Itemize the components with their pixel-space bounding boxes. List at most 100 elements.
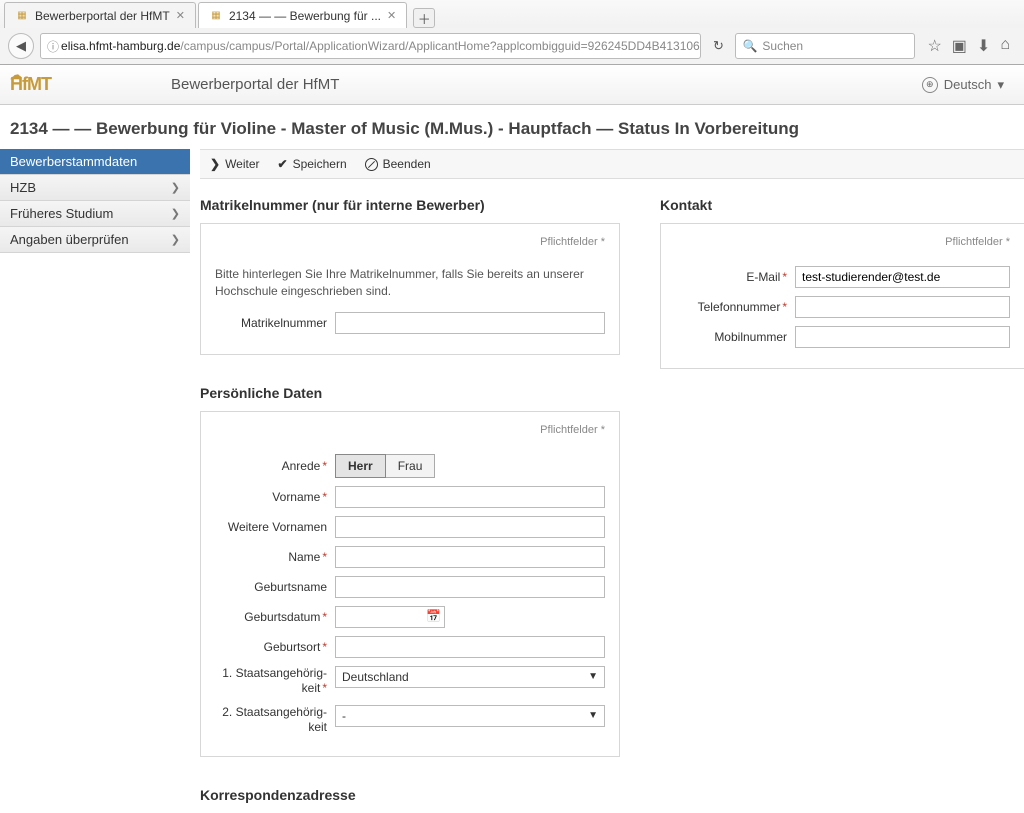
sidebar-item-label: Angaben überprüfen [10, 232, 129, 247]
info-icon: ⓘ [47, 38, 59, 55]
korrespondenz-title: Korrespondenzadresse [200, 787, 620, 803]
pocket-icon[interactable]: ▣ [952, 36, 967, 56]
pflicht-hint: Pflichtfelder [215, 236, 605, 248]
calendar-icon[interactable]: 📅 [426, 609, 441, 623]
nat1-value: Deutschland [342, 670, 409, 684]
url-bar[interactable]: ⓘ elisa.hfmt-hamburg.de /campus/campus/P… [40, 33, 701, 59]
chevron-right-icon: ❯ [171, 233, 180, 246]
email-input[interactable] [795, 266, 1010, 288]
telefon-input[interactable] [795, 296, 1010, 318]
ban-icon [365, 158, 378, 171]
content: ❯ Weiter ✔ Speichern Beenden Matrikelnum… [190, 149, 1024, 813]
close-tab-icon[interactable]: ✕ [176, 9, 185, 22]
logo[interactable]: HfMT [10, 74, 51, 95]
browser-chrome: ▦ Bewerberportal der HfMT ✕ ▦ 2134 — — B… [0, 0, 1024, 65]
sidebar-item-bewerberstammdaten[interactable]: Bewerberstammdaten [0, 149, 190, 175]
matrikel-panel: Pflichtfelder Bitte hinterlegen Sie Ihre… [200, 223, 620, 355]
weiter-button[interactable]: ❯ Weiter [210, 157, 260, 171]
tab-label: Bewerberportal der HfMT [35, 9, 170, 23]
chevron-right-icon: ❯ [171, 207, 180, 220]
geburtsdatum-label: Geburtsdatum [244, 610, 320, 624]
sidebar: Bewerberstammdaten HZB ❯ Früheres Studiu… [0, 149, 190, 813]
action-label: Weiter [225, 157, 259, 171]
page-header: HfMT Bewerberportal der HfMT ⊕ Deutsch ▾ [0, 65, 1024, 105]
sidebar-item-label: HZB [10, 180, 36, 195]
form-columns: Matrikelnummer (nur für interne Bewerber… [200, 179, 1024, 813]
action-bar: ❯ Weiter ✔ Speichern Beenden [200, 149, 1024, 179]
downloads-icon[interactable]: ⬇ [977, 36, 990, 56]
action-label: Speichern [293, 157, 347, 171]
browser-tab[interactable]: ▦ Bewerberportal der HfMT ✕ [4, 2, 196, 28]
browser-tab-active[interactable]: ▦ 2134 — — Bewerbung für ... ✕ [198, 2, 407, 28]
search-placeholder: Suchen [762, 39, 803, 53]
chevron-down-icon: ▾ [997, 77, 1004, 93]
back-button[interactable]: ◀ [8, 33, 34, 59]
name-label: Name [288, 550, 320, 564]
search-icon: 🔍 [742, 39, 757, 53]
check-icon: ✔ [278, 157, 288, 171]
language-picker[interactable]: ⊕ Deutsch ▾ [922, 77, 1004, 93]
close-tab-icon[interactable]: ✕ [387, 9, 396, 22]
new-tab-button[interactable]: ＋ [413, 8, 435, 28]
chevron-down-icon: ▼ [588, 710, 598, 721]
telefon-label: Telefonnummer [698, 300, 781, 314]
left-column: Matrikelnummer (nur für interne Bewerber… [200, 197, 620, 813]
favicon-icon: ▦ [15, 9, 29, 23]
tabs-bar: ▦ Bewerberportal der HfMT ✕ ▦ 2134 — — B… [0, 0, 1024, 28]
anrede-herr[interactable]: Herr [335, 454, 386, 478]
anrede-toggle: Herr Frau [335, 454, 435, 478]
anrede-frau[interactable]: Frau [386, 454, 436, 478]
kontakt-title: Kontakt [660, 197, 1024, 213]
reload-button[interactable]: ↻ [707, 38, 729, 54]
right-column: Kontakt Pflichtfelder E-Mail* Telefonnum… [660, 197, 1024, 813]
nat1-select[interactable]: Deutschland ▼ [335, 666, 605, 688]
browser-search[interactable]: 🔍 Suchen [735, 33, 915, 59]
language-label: Deutsch [944, 77, 992, 92]
chevron-down-icon: ▼ [588, 671, 598, 682]
anrede-label: Anrede [282, 459, 321, 473]
name-input[interactable] [335, 546, 605, 568]
globe-icon: ⊕ [922, 77, 938, 93]
mobil-label: Mobilnummer [675, 330, 795, 344]
weitere-vornamen-label: Weitere Vornamen [215, 520, 335, 534]
url-path: /campus/campus/Portal/ApplicationWizard/… [180, 39, 701, 53]
favicon-icon: ▦ [209, 9, 223, 23]
nat2-label-b: keit [308, 720, 327, 734]
speichern-button[interactable]: ✔ Speichern [278, 157, 347, 171]
kontakt-panel: Pflichtfelder E-Mail* Telefonnummer* Mob… [660, 223, 1024, 369]
pflicht-hint: Pflichtfelder [675, 236, 1010, 248]
star-icon[interactable]: ☆ [927, 36, 941, 56]
home-icon[interactable]: ⌂ [1000, 36, 1010, 56]
weitere-vornamen-input[interactable] [335, 516, 605, 538]
sidebar-item-frueheres-studium[interactable]: Früheres Studium ❯ [0, 201, 190, 227]
action-label: Beenden [383, 157, 431, 171]
page-title: 2134 — — Bewerbung für Violine - Master … [0, 105, 1024, 149]
nat2-label-a: 2. Staatsangehörig- [222, 705, 327, 719]
nat1-label-a: 1. Staatsangehörig- [222, 666, 327, 680]
geburtsort-input[interactable] [335, 636, 605, 658]
matrikel-hint: Bitte hinterlegen Sie Ihre Matrikelnumme… [215, 266, 605, 300]
mobil-input[interactable] [795, 326, 1010, 348]
geburtsname-label: Geburtsname [215, 580, 335, 594]
main: Bewerberstammdaten HZB ❯ Früheres Studiu… [0, 149, 1024, 813]
nat2-select[interactable]: - ▼ [335, 705, 605, 727]
sidebar-item-angaben-ueberpruefen[interactable]: Angaben überprüfen ❯ [0, 227, 190, 253]
url-host: elisa.hfmt-hamburg.de [61, 39, 180, 53]
matrikel-input[interactable] [335, 312, 605, 334]
beenden-button[interactable]: Beenden [365, 157, 431, 171]
browser-toolbar-icons: ☆ ▣ ⬇ ⌂ [921, 36, 1016, 56]
personal-title: Persönliche Daten [200, 385, 620, 401]
geburtsname-input[interactable] [335, 576, 605, 598]
nat1-label-b: keit [302, 681, 321, 695]
sidebar-item-hzb[interactable]: HZB ❯ [0, 175, 190, 201]
matrikel-title: Matrikelnummer (nur für interne Bewerber… [200, 197, 620, 213]
nat2-value: - [342, 709, 346, 723]
sidebar-item-label: Bewerberstammdaten [10, 154, 137, 169]
matrikel-label: Matrikelnummer [215, 316, 335, 330]
personal-panel: Pflichtfelder Anrede* Herr Frau Vorname* [200, 411, 620, 757]
portal-title: Bewerberportal der HfMT [171, 76, 339, 93]
vorname-input[interactable] [335, 486, 605, 508]
nav-bar: ◀ ⓘ elisa.hfmt-hamburg.de /campus/campus… [0, 28, 1024, 64]
geburtsort-label: Geburtsort [264, 640, 321, 654]
sidebar-item-label: Früheres Studium [10, 206, 113, 221]
